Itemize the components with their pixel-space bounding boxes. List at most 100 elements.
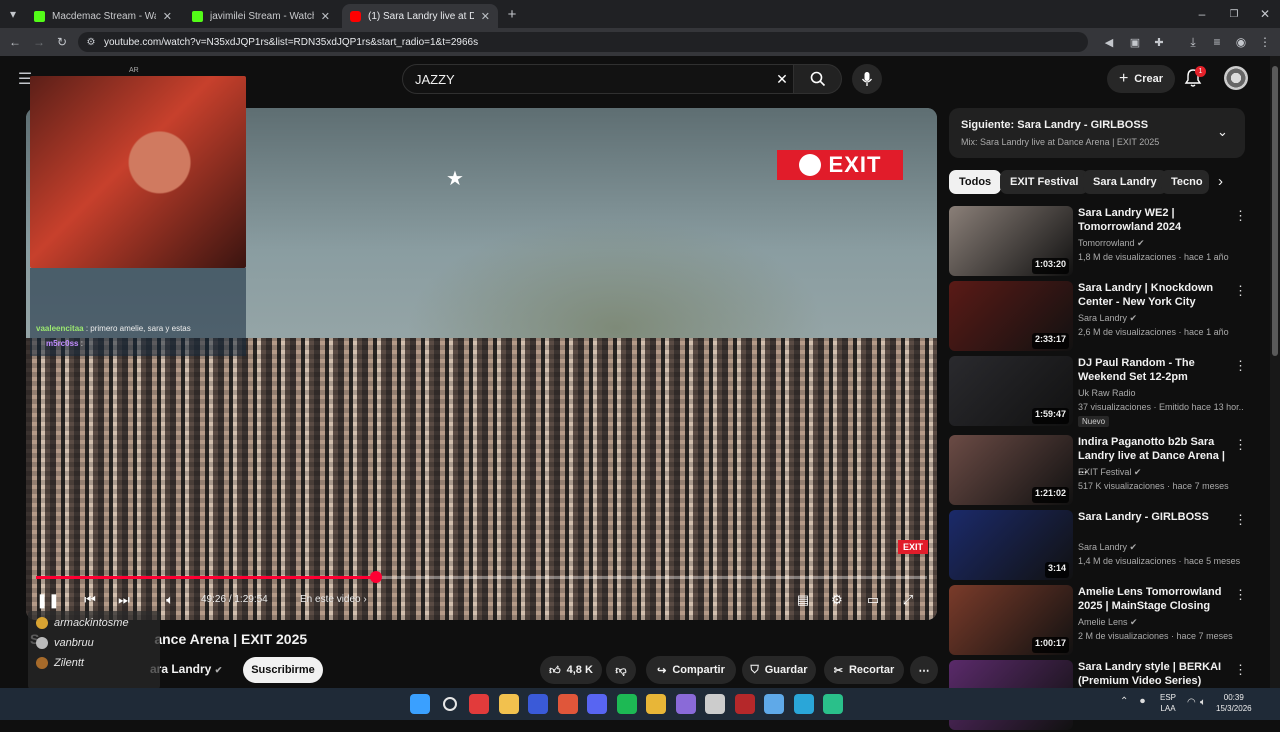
back-icon[interactable]: ← bbox=[6, 33, 24, 51]
mute-button[interactable]: 🔈︎ bbox=[158, 588, 182, 612]
video-title[interactable]: Sara Landry style | BERKAI (Premium Vide… bbox=[1078, 660, 1228, 688]
minimize-icon[interactable]: – bbox=[1193, 5, 1211, 23]
previous-button[interactable]: ⏮ bbox=[78, 588, 102, 612]
media-icon[interactable]: ◀ bbox=[1100, 33, 1118, 51]
subtitles-button[interactable]: ▤ bbox=[791, 588, 815, 612]
v-app-icon[interactable] bbox=[528, 694, 548, 714]
chrome-icon[interactable] bbox=[646, 694, 666, 714]
channel-name[interactable]: ara Landry ✔ bbox=[150, 662, 222, 676]
chip-sara-landry[interactable]: Sara Landry bbox=[1083, 170, 1167, 194]
chip-todos[interactable]: Todos bbox=[949, 170, 1002, 194]
chip-tecno[interactable]: Tecno bbox=[1161, 170, 1209, 194]
more-vertical-icon[interactable]: ⋮ bbox=[1234, 358, 1247, 374]
site-info-icon[interactable]: ⚙ bbox=[82, 33, 100, 51]
app-icon[interactable] bbox=[764, 694, 784, 714]
download-icon[interactable]: ⤓ bbox=[1184, 33, 1202, 51]
close-tab-icon[interactable]: ✕ bbox=[481, 10, 490, 23]
account-avatar[interactable] bbox=[1224, 66, 1248, 90]
up-next-panel[interactable]: Siguiente: Sara Landry - GIRLBOSS Mix: S… bbox=[949, 108, 1245, 158]
file-explorer-icon[interactable] bbox=[498, 694, 519, 714]
start-icon[interactable] bbox=[410, 694, 430, 714]
video-channel[interactable]: Sara Landry ✔ bbox=[1078, 313, 1244, 324]
search-input[interactable]: JAZZY ✕ bbox=[402, 64, 794, 94]
chip-exit-festival[interactable]: EXIT Festival bbox=[1000, 170, 1089, 194]
clear-search-icon[interactable]: ✕ bbox=[773, 70, 791, 88]
puzzle-icon[interactable]: ✚ bbox=[1150, 33, 1168, 51]
close-tab-icon[interactable]: ✕ bbox=[163, 10, 172, 23]
app-icon[interactable] bbox=[734, 694, 755, 714]
url-bar[interactable]: ⚙ youtube.com/watch?v=N35xdJQP1rs&list=R… bbox=[78, 32, 1088, 52]
notifications-button[interactable]: 1 bbox=[1184, 66, 1206, 90]
recommended-video[interactable]: 1:59:47 DJ Paul Random - The Weekend Set … bbox=[949, 356, 1249, 428]
search-button[interactable] bbox=[794, 64, 842, 94]
maximize-icon[interactable]: ❐ bbox=[1225, 5, 1243, 23]
chevron-right-icon[interactable]: › bbox=[1218, 173, 1223, 190]
share-button[interactable]: ↪ Compartir bbox=[646, 656, 736, 684]
close-window-icon[interactable]: ✕ bbox=[1256, 5, 1274, 23]
dislike-button[interactable]: 👎︎ bbox=[606, 656, 636, 684]
next-button[interactable]: ⏭ bbox=[112, 588, 136, 612]
microphone-tray-icon[interactable]: ⏺ bbox=[1140, 696, 1145, 707]
volume-tray-icon[interactable]: 🔈︎ bbox=[1200, 697, 1206, 708]
profile-icon[interactable]: ◉ bbox=[1232, 33, 1250, 51]
record-icon[interactable] bbox=[469, 694, 489, 714]
language-indicator[interactable]: ESP LAA bbox=[1160, 692, 1176, 714]
search-icon[interactable] bbox=[442, 697, 457, 711]
browser-app-icon[interactable] bbox=[557, 694, 578, 714]
app-icon[interactable] bbox=[675, 694, 696, 714]
voice-search-button[interactable] bbox=[852, 64, 882, 94]
app-icon[interactable] bbox=[823, 694, 843, 714]
spotify-icon[interactable] bbox=[616, 694, 637, 714]
video-channel[interactable]: Amelie Lens ✔ bbox=[1078, 617, 1244, 628]
reload-icon[interactable]: ↻ bbox=[53, 33, 71, 51]
scrollbar-thumb[interactable] bbox=[1272, 66, 1278, 356]
close-tab-icon[interactable]: ✕ bbox=[321, 10, 330, 23]
app-icon[interactable] bbox=[705, 694, 725, 714]
like-button[interactable]: 👍︎ 4,8 K bbox=[540, 656, 602, 684]
recommended-video[interactable]: 1:00:17 Amelie Lens Tomorrowland 2025 | M… bbox=[949, 585, 1249, 657]
video-channel[interactable]: EXIT Festival ✔ bbox=[1078, 467, 1244, 478]
reading-list-icon[interactable]: ≡ bbox=[1208, 33, 1226, 51]
recommended-video[interactable]: 2:33:17 Sara Landry | Knockdown Center - … bbox=[949, 281, 1249, 353]
clip-button[interactable]: ✂ Recortar bbox=[824, 656, 904, 684]
video-channel[interactable]: Tomorrowland ✔ bbox=[1078, 238, 1244, 249]
video-title[interactable]: Sara Landry - GIRLBOSS bbox=[1078, 510, 1228, 524]
more-vertical-icon[interactable]: ⋮ bbox=[1234, 662, 1247, 678]
browser-tab-2[interactable]: javimilei Stream - Watch Live ✕ bbox=[184, 4, 338, 28]
wifi-icon[interactable]: ◠ bbox=[1187, 697, 1196, 708]
more-vertical-icon[interactable]: ⋮ bbox=[1234, 437, 1247, 453]
video-title[interactable]: DJ Paul Random - The Weekend Set 12-2pm bbox=[1078, 356, 1228, 384]
tab-search-icon[interactable]: ▾ bbox=[4, 5, 22, 23]
video-title[interactable]: Sara Landry WE2 | Tomorrowland 2024 bbox=[1078, 206, 1228, 234]
browser-tab-1[interactable]: Macdemac Stream - Watch Live ✕ bbox=[26, 4, 180, 28]
more-actions-button[interactable]: ⋯ bbox=[910, 656, 938, 684]
chapter-button[interactable]: En este video › bbox=[300, 594, 367, 605]
recommended-video[interactable]: 3:14 Sara Landry - GIRLBOSS Sara Landry ✔ 1… bbox=[949, 510, 1249, 582]
progress-bar[interactable] bbox=[36, 571, 927, 583]
recommended-video[interactable]: 1:03:20 Sara Landry WE2 | Tomorrowland 20… bbox=[949, 206, 1249, 278]
edge-icon[interactable] bbox=[793, 694, 814, 714]
chevron-down-icon[interactable]: ⌄ bbox=[1217, 124, 1228, 140]
pause-button[interactable]: ❚❚ bbox=[36, 588, 60, 612]
new-tab-icon[interactable]: + bbox=[503, 5, 521, 23]
video-title[interactable]: Sara Landry | Knockdown Center - New Yor… bbox=[1078, 281, 1228, 309]
more-vertical-icon[interactable]: ⋮ bbox=[1234, 208, 1247, 224]
video-title[interactable]: Amelie Lens Tomorrowland 2025 | MainStag… bbox=[1078, 585, 1228, 613]
browser-tab-3[interactable]: (1) Sara Landry live at Dance ✕ bbox=[342, 4, 498, 28]
video-channel[interactable]: Sara Landry ✔ bbox=[1078, 542, 1244, 553]
save-button[interactable]: ⛉ Guardar bbox=[742, 656, 816, 684]
more-vertical-icon[interactable]: ⋮ bbox=[1234, 512, 1247, 528]
settings-button[interactable]: ⚙ bbox=[825, 588, 849, 612]
menu-icon[interactable]: ⋮ bbox=[1256, 33, 1274, 51]
create-button[interactable]: + Crear bbox=[1107, 65, 1175, 93]
more-vertical-icon[interactable]: ⋮ bbox=[1234, 587, 1247, 603]
recommended-video[interactable]: 1:21:02 Indira Paganotto b2b Sara Landry … bbox=[949, 435, 1249, 507]
discord-icon[interactable] bbox=[587, 694, 607, 714]
fullscreen-button[interactable]: ⤢ bbox=[896, 588, 920, 612]
system-clock[interactable]: 00:39 15/3/2026 bbox=[1216, 692, 1252, 714]
tray-chevron-icon[interactable]: ⌃ bbox=[1120, 696, 1128, 707]
extension-icon[interactable]: ▣ bbox=[1126, 33, 1144, 51]
page-scrollbar[interactable] bbox=[1270, 56, 1280, 688]
theater-mode-button[interactable]: ▭ bbox=[861, 588, 885, 612]
video-channel[interactable]: Uk Raw Radio bbox=[1078, 388, 1244, 398]
